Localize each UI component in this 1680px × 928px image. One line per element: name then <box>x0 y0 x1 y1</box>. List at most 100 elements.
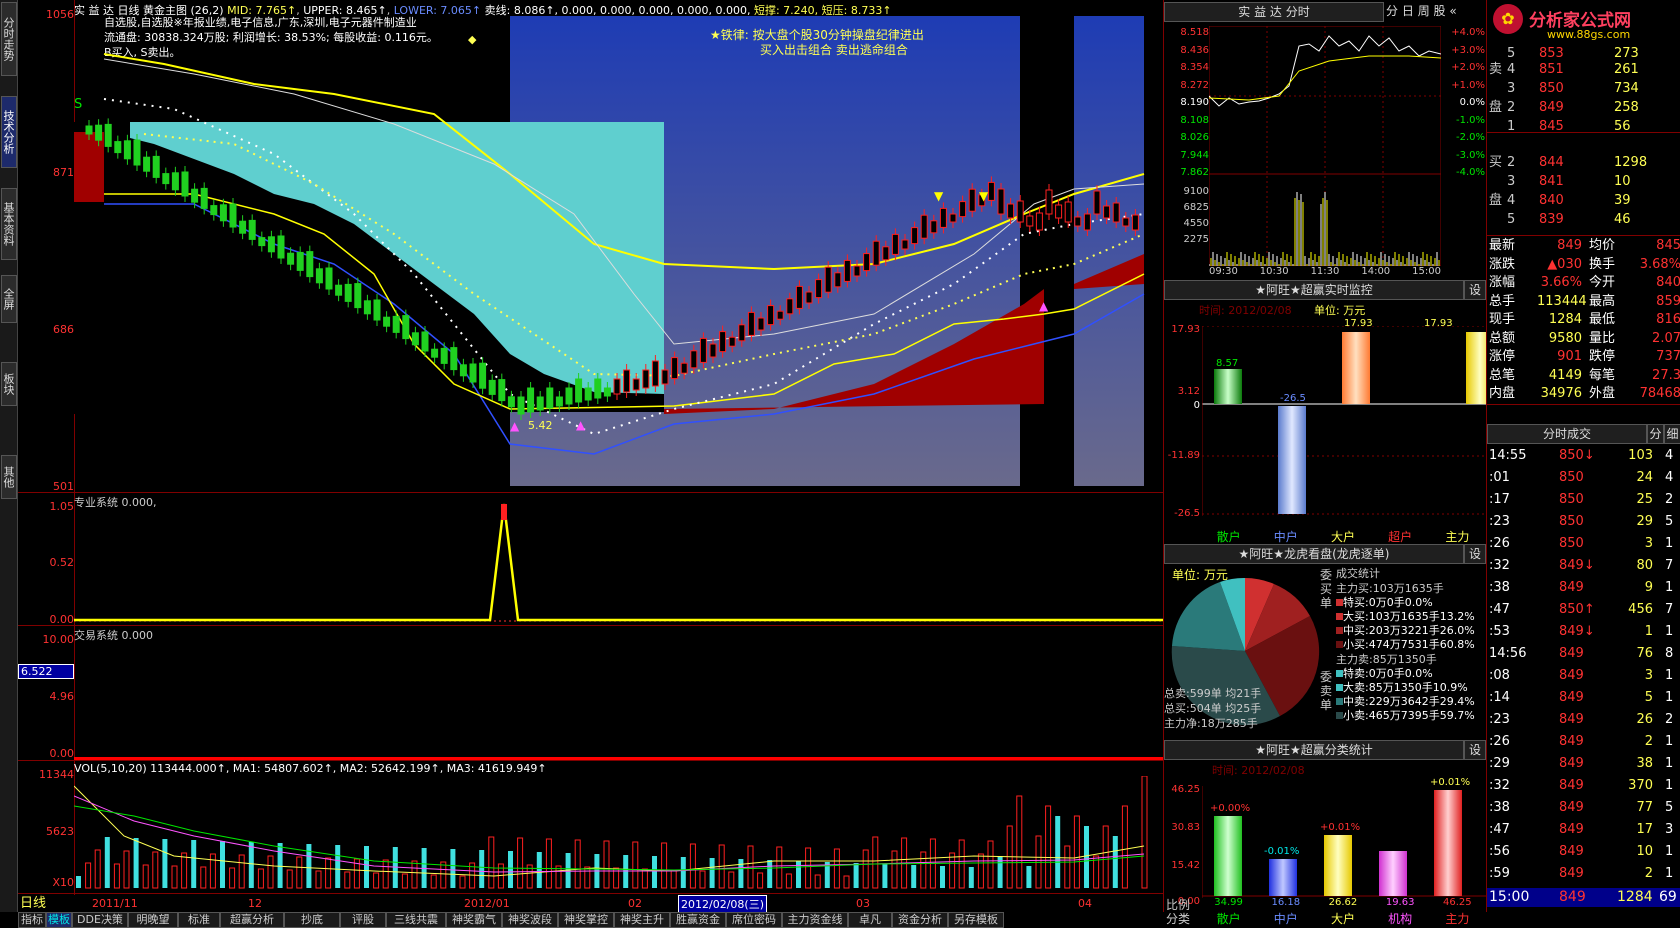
tick-row: :26 850 3 1 <box>1489 536 1674 551</box>
intraday-chart[interactable] <box>1209 26 1441 266</box>
intraday-tabs: 分 日 周 股 « <box>1386 2 1486 22</box>
bottom-tab[interactable]: 抄底 <box>284 912 340 928</box>
stat-row: 涨幅 3.66% 今开 840 <box>1489 275 1680 290</box>
intraday-vol-axis: 9100 6825 4550 2275 <box>1183 186 1209 245</box>
tick-row: :14 849 5 1 <box>1489 690 1674 705</box>
monitor-settings-button[interactable]: 设 <box>1464 280 1486 300</box>
bottom-tab[interactable]: 指标 <box>18 912 46 928</box>
bottom-tab[interactable]: 资金分析 <box>892 912 948 928</box>
bottom-tab[interactable]: DDE决策 <box>72 912 128 928</box>
monitor-axis: 17.93 3.12 0 -11.89 -26.5 <box>1167 324 1200 519</box>
dragon-title: ★阿旺★龙虎看盘(龙虎逐单) <box>1164 544 1464 564</box>
tick-row: :38 849 9 1 <box>1489 580 1674 595</box>
classify-time: 时间: 2012/02/08 <box>1212 764 1305 777</box>
tab-other[interactable]: 其他 <box>1 455 17 499</box>
stat-row: 总额 9580 量比 2.07 <box>1489 330 1680 346</box>
date-7: 04 <box>1078 897 1092 910</box>
divider-3 <box>18 760 1163 761</box>
bottom-tab[interactable]: 神奖波段 <box>502 912 558 928</box>
dragon-side-buy: 委买单 <box>1320 568 1333 610</box>
stat-row: 现手 1284 最低 816 <box>1489 312 1680 327</box>
tick-row: :32 849↓ 80 7 <box>1489 558 1674 573</box>
tick-row: :26 849 2 1 <box>1489 734 1674 749</box>
monitor-unit: 单位: 万元 <box>1314 304 1366 317</box>
tab-fullscreen[interactable]: 全屏 <box>1 275 17 323</box>
tab-sector[interactable]: 板块 <box>1 362 17 406</box>
bottom-tab[interactable]: 神奖主升 <box>614 912 670 928</box>
tab-day[interactable]: 日 <box>1402 4 1414 18</box>
tick-row: :29 849 38 1 <box>1489 756 1674 771</box>
tick-row: :08 849 3 1 <box>1489 668 1674 683</box>
dragon-side-sell: 委卖单 <box>1320 670 1333 712</box>
buy-row: 5 839 46 <box>1507 212 1631 227</box>
tick-row: :23 850 29 5 <box>1489 514 1674 529</box>
intraday-time-axis: 09:30 10:30 11:30 14:00 15:00 <box>1209 266 1441 277</box>
bottom-tab[interactable]: 另存模板 <box>948 912 1004 928</box>
left-tab-strip: 分时走势 技术分析 基本资料 全屏 板块 其他 <box>0 0 18 912</box>
tab-intraday[interactable]: 分时走势 <box>1 2 17 76</box>
monitor-bar-mid <box>1278 406 1306 514</box>
bottom-tab[interactable]: 评股 <box>340 912 386 928</box>
trade-axis-3: 0.00 <box>49 747 75 760</box>
bottom-tab[interactable]: 模板 <box>46 912 72 928</box>
buy-row: 买 2 844 1298 <box>1489 155 1648 170</box>
bottom-tab[interactable]: 主力资金线 <box>782 912 848 928</box>
tab-technical[interactable]: 技术分析 <box>1 96 17 168</box>
bottom-tab[interactable]: 神奖霸气 <box>446 912 502 928</box>
stat-row: 最新 849 均价 845 <box>1489 238 1680 253</box>
vol-axis-2: 5623 <box>46 825 74 838</box>
vol-axis-1: 11344 <box>39 768 74 781</box>
bottom-tab[interactable]: 超赢分析 <box>220 912 284 928</box>
buy-row: 3 841 10 <box>1507 174 1631 189</box>
pro-axis-3: 0.00 <box>49 613 75 626</box>
buy-row: 盘 4 840 39 <box>1489 193 1631 208</box>
dragon-settings-button[interactable]: 设 <box>1464 544 1486 564</box>
tick-row: :53 849↓ 1 1 <box>1489 624 1674 639</box>
price-chart[interactable]: ◆ ▲ 5.42 S ▼ ▼ ▲ ▲ <box>74 14 1163 492</box>
intraday-title[interactable]: 实 益 达 分时 <box>1164 2 1384 22</box>
tick-row: :47 849 17 3 <box>1489 822 1674 837</box>
date-6: 03 <box>856 897 870 910</box>
tab-min[interactable]: 分 <box>1386 4 1398 18</box>
bottom-tab[interactable]: 明晚望 <box>128 912 178 928</box>
monitor-bar-main <box>1466 332 1486 404</box>
bottom-tab[interactable]: 胜赢资金 <box>670 912 726 928</box>
date-2: 12 <box>248 897 262 910</box>
ticks-tab-detail[interactable]: 细 <box>1664 424 1680 444</box>
ticks-tab-min[interactable]: 分 <box>1647 424 1664 444</box>
red-block-left <box>74 132 104 202</box>
price-axis-3: 686 <box>53 323 74 336</box>
classify-settings-button[interactable]: 设 <box>1464 740 1486 760</box>
tick-row: 14:56 849 76 8 <box>1489 646 1674 661</box>
classify-pct-main: +0.01% <box>1430 777 1471 788</box>
stat-row: 内盘 34976 外盘 78468 <box>1489 386 1680 401</box>
tab-stock[interactable]: 股 <box>1434 4 1446 18</box>
sell-row: 3 850 734 <box>1507 81 1639 96</box>
bottom-tab[interactable]: 标准 <box>178 912 220 928</box>
tab-week[interactable]: 周 <box>1418 4 1430 18</box>
stat-row: 涨跌 ▲030 换手 3.68% <box>1489 256 1680 272</box>
classify-pct-large: +0.01% <box>1320 822 1361 833</box>
intraday-volume-bars <box>1209 192 1440 266</box>
period-bar-label[interactable]: 日线 <box>20 895 46 912</box>
bottom-tab[interactable]: 席位密码 <box>726 912 782 928</box>
logo-box: ✿ 分析家公式网 www.88gs.com <box>1487 0 1680 44</box>
monitor-val-mid: -26.5 <box>1280 393 1306 404</box>
intraday-pct-axis: +4.0% +3.0% +2.0% +1.0% 0.0% -1.0% -2.0% -3.0% -… <box>1451 27 1485 178</box>
monitor-time: 时间: 2012/02/08 <box>1199 304 1292 317</box>
bottom-tab[interactable]: 卓凡 <box>848 912 892 928</box>
tab-fundamentals[interactable]: 基本资料 <box>1 188 17 260</box>
tab-collapse[interactable]: « <box>1449 4 1456 18</box>
sell-arrow-1: ▼ <box>979 189 989 203</box>
bottom-tab[interactable]: 三线共震 <box>386 912 446 928</box>
tick-row: :56 849 10 1 <box>1489 844 1674 859</box>
vol-axis-3: X10 <box>52 876 74 889</box>
classify-values: 34.99 16.18 26.62 19.63 46.25 <box>1214 897 1472 908</box>
pro-axis-1: 1.05 <box>49 500 75 513</box>
dot-marker-1: ◆ <box>468 33 477 46</box>
bottom-tab[interactable]: 神奖掌控 <box>558 912 614 928</box>
price-axis-2: 871 <box>53 166 74 179</box>
highlight-zone-2 <box>1074 16 1144 486</box>
intraday-price-axis: 8.518 8.436 8.354 8.272 8.190 8.108 8.026 7.944… <box>1180 27 1209 178</box>
classify-side: 比例分类 <box>1166 898 1191 926</box>
